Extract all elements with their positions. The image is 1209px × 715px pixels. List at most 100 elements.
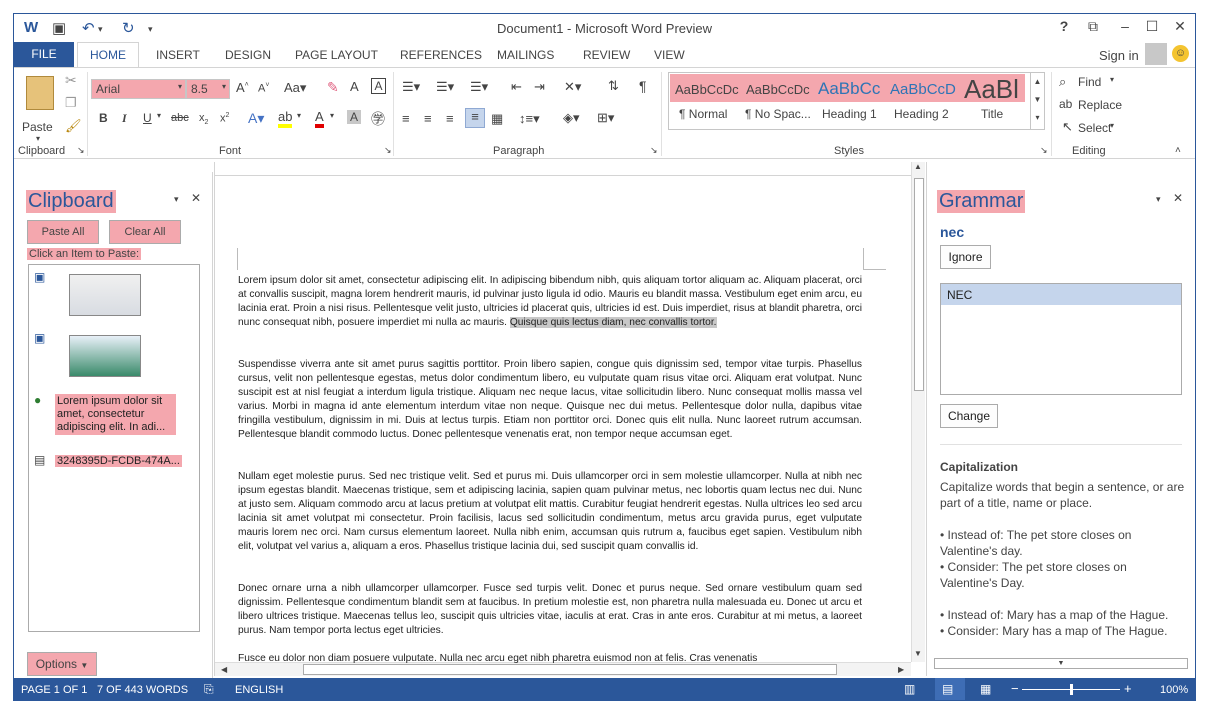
highlight-dropdown-icon[interactable]: ▾: [297, 111, 301, 120]
ribbon-display-options-icon[interactable]: ⧉: [1081, 18, 1105, 35]
paste-dropdown-icon[interactable]: ▾: [36, 134, 40, 143]
clipboard-item-guid[interactable]: 3248395D-FCDB-474A...: [55, 455, 182, 467]
style-no-spacing[interactable]: ¶ No Spac...: [745, 107, 811, 121]
phonetic-guide-icon[interactable]: A: [350, 79, 359, 94]
justify-icon[interactable]: ≡: [465, 108, 485, 128]
maximize-button[interactable]: ☐: [1140, 18, 1164, 35]
strikethrough-icon[interactable]: abc: [171, 112, 189, 124]
collapse-ribbon-icon[interactable]: ˄: [1175, 145, 1181, 156]
scroll-left-icon[interactable]: ◀: [221, 665, 227, 674]
read-mode-icon[interactable]: ▥: [904, 682, 915, 696]
underline-dropdown-icon[interactable]: ▾: [157, 111, 161, 120]
find-dropdown-icon[interactable]: ▾: [1110, 75, 1114, 84]
font-name-combo[interactable]: Arial ▾: [91, 79, 186, 99]
paragraph-4[interactable]: Donec ornare urna a nibh ullamcorper ull…: [238, 582, 862, 638]
close-icon[interactable]: ✕: [191, 191, 201, 205]
shading-icon[interactable]: ◈▾: [563, 110, 580, 126]
highlight-color-icon[interactable]: ab: [278, 109, 293, 128]
sign-in-link[interactable]: Sign in: [1099, 48, 1139, 63]
tab-mailings[interactable]: MAILINGS: [497, 48, 554, 62]
find-icon[interactable]: ⌕: [1059, 74, 1066, 90]
style-title[interactable]: Title: [981, 107, 1003, 121]
bold-icon[interactable]: B: [99, 111, 108, 125]
chevron-down-icon[interactable]: ▾: [178, 82, 182, 91]
paragraph-1[interactable]: Lorem ipsum dolor sit amet, consectetur …: [238, 274, 862, 358]
paste-icon[interactable]: [26, 76, 54, 110]
decrease-indent-icon[interactable]: ⇤: [511, 79, 522, 95]
font-color-dropdown-icon[interactable]: ▾: [330, 111, 334, 120]
pane-scroll-down[interactable]: ▼: [934, 658, 1188, 669]
subscript-icon[interactable]: x2: [199, 112, 208, 126]
select-button[interactable]: Select: [1078, 121, 1111, 135]
multilevel-list-icon[interactable]: ☰▾: [470, 79, 488, 95]
hscroll-thumb[interactable]: [303, 664, 837, 675]
styles-launcher-icon[interactable]: ↘: [1040, 145, 1048, 156]
help-icon[interactable]: ?: [1052, 18, 1076, 34]
style-normal[interactable]: ¶ Normal: [679, 107, 727, 121]
clipboard-item-image-1[interactable]: [69, 274, 141, 316]
distributed-icon[interactable]: ▦: [491, 111, 503, 127]
paste-button[interactable]: Paste: [22, 120, 53, 134]
cut-icon[interactable]: ✂: [65, 72, 77, 89]
asian-layout-icon[interactable]: ✕▾: [564, 79, 581, 95]
clear-all-button[interactable]: Clear All: [109, 220, 181, 244]
styles-scroll[interactable]: ▲ ▼ ▾: [1030, 73, 1044, 129]
zoom-out-icon[interactable]: −: [1011, 681, 1019, 696]
replace-icon[interactable]: ab: [1059, 97, 1072, 111]
line-spacing-icon[interactable]: ↕≡▾: [519, 111, 540, 127]
pane-options-icon[interactable]: ▾: [174, 194, 179, 205]
language[interactable]: ENGLISH: [235, 684, 283, 696]
clipboard-item-image-2[interactable]: [69, 335, 141, 377]
scroll-down-icon[interactable]: ▼: [914, 649, 922, 658]
clear-formatting-icon[interactable]: ✎: [327, 79, 339, 96]
format-painter-icon[interactable]: 🖌: [65, 118, 82, 134]
paragraph-2[interactable]: Suspendisse viverra ante sit amet purus …: [238, 358, 862, 456]
ignore-button[interactable]: Ignore: [940, 245, 991, 269]
tab-review[interactable]: REVIEW: [583, 48, 630, 62]
font-color-icon[interactable]: A: [315, 109, 324, 128]
style-preview-heading2[interactable]: AaBbCcD: [890, 81, 956, 98]
minimize-button[interactable]: –: [1113, 18, 1137, 34]
clipboard-item-text[interactable]: Lorem ipsum dolor sit amet, consectetur …: [55, 394, 176, 435]
style-heading2[interactable]: Heading 2: [894, 107, 949, 121]
enclose-characters-icon[interactable]: ㊫: [371, 109, 385, 129]
word-count[interactable]: 7 OF 443 WORDS: [97, 684, 188, 696]
underline-icon[interactable]: U: [143, 111, 152, 125]
tab-file[interactable]: FILE: [14, 42, 74, 67]
find-button[interactable]: Find: [1078, 75, 1101, 89]
change-button[interactable]: Change: [940, 404, 998, 428]
horizontal-scrollbar[interactable]: ◀ ▶: [215, 662, 911, 676]
style-preview-title[interactable]: AaBl: [964, 74, 1019, 105]
zoom-slider-thumb[interactable]: [1070, 684, 1073, 695]
chevron-down-icon[interactable]: ▾: [222, 82, 226, 91]
tab-home[interactable]: HOME: [77, 42, 139, 69]
font-size-combo[interactable]: 8.5 ▾: [186, 79, 230, 99]
select-icon[interactable]: ↖: [1062, 119, 1073, 135]
selected-text[interactable]: Quisque quis lectus diam, nec convallis …: [509, 317, 717, 328]
style-preview-normal[interactable]: AaBbCcDc: [675, 82, 739, 97]
style-heading1[interactable]: Heading 1: [822, 107, 877, 121]
scrollbar-thumb[interactable]: [914, 178, 924, 391]
scroll-up-icon[interactable]: ▲: [914, 162, 922, 171]
tab-page-layout[interactable]: PAGE LAYOUT: [295, 48, 378, 62]
align-left-icon[interactable]: ≡: [402, 111, 410, 126]
align-center-icon[interactable]: ≡: [424, 111, 432, 126]
superscript-icon[interactable]: x2: [220, 112, 229, 125]
paragraph-5[interactable]: Fusce eu dolor non diam posuere vulputat…: [238, 652, 862, 663]
suggestion-item[interactable]: NEC: [941, 284, 1181, 305]
proofing-icon[interactable]: ⎘: [204, 682, 214, 697]
clipboard-launcher-icon[interactable]: ↘: [77, 145, 85, 156]
show-hide-marks-icon[interactable]: ¶: [639, 78, 647, 94]
close-icon[interactable]: ✕: [1173, 191, 1183, 205]
tab-view[interactable]: VIEW: [654, 48, 685, 62]
print-layout-icon[interactable]: ▤: [942, 682, 953, 696]
paste-all-button[interactable]: Paste All: [27, 220, 99, 244]
options-button[interactable]: Options ▼: [27, 652, 97, 676]
copy-icon[interactable]: ❐: [65, 95, 77, 111]
style-preview-no-spacing[interactable]: AaBbCcDc: [746, 82, 810, 97]
smiley-feedback-icon[interactable]: ☺: [1172, 45, 1189, 62]
paragraph-launcher-icon[interactable]: ↘: [650, 145, 658, 156]
style-preview-heading1[interactable]: AaBbCc: [818, 79, 880, 99]
character-shading-icon[interactable]: A: [347, 110, 361, 124]
paragraph-3[interactable]: Nullam eget molestie purus. Sed nec tris…: [238, 470, 862, 568]
